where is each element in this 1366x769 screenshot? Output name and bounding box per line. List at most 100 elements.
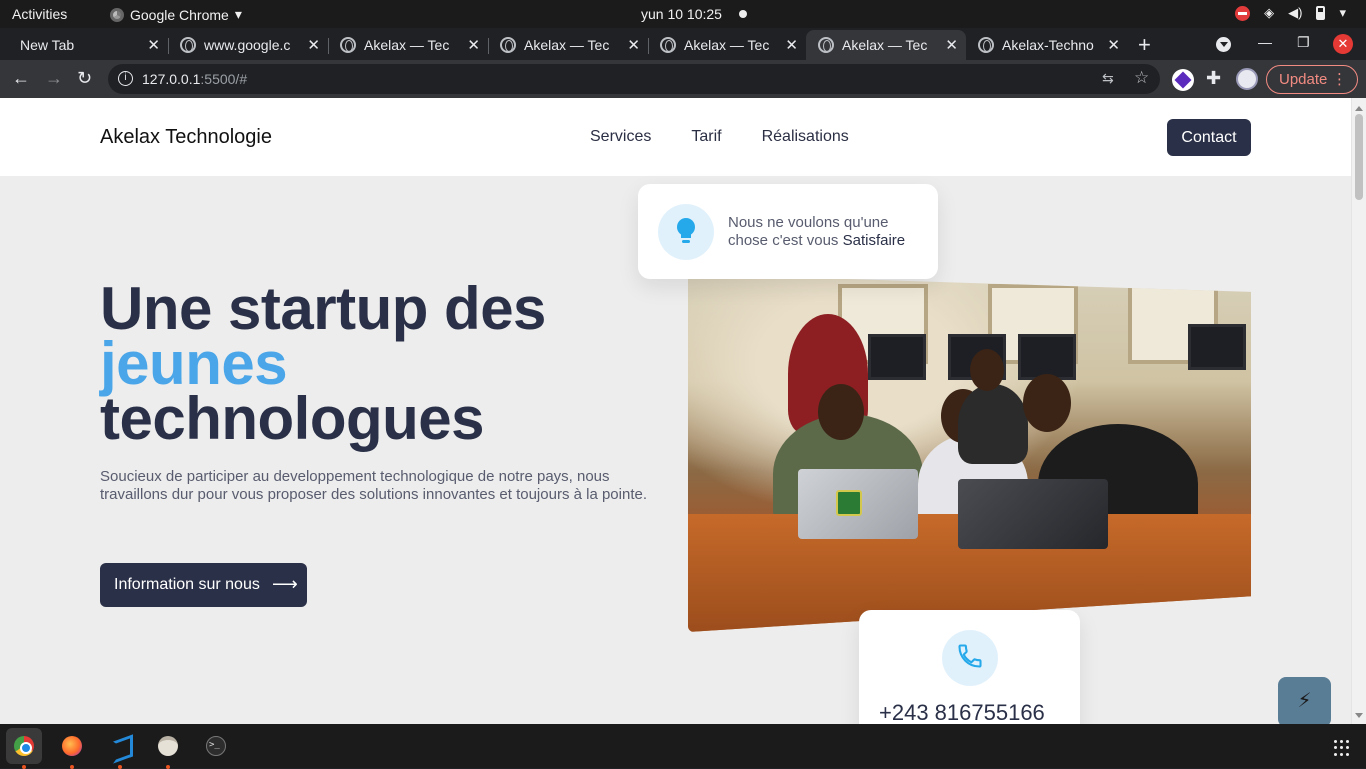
about-us-button[interactable]: Information sur nous ⟶ — [100, 563, 307, 607]
globe-icon — [180, 37, 196, 53]
globe-icon — [340, 37, 356, 53]
maximize-icon[interactable]: ❐ — [1297, 34, 1310, 51]
nav-services[interactable]: Services — [590, 128, 651, 146]
tab-akelax-3[interactable]: Akelax — Tec ✕ — [648, 30, 806, 60]
site-header: Akelax Technologie Services Tarif Réalis… — [0, 98, 1351, 176]
tab-akelax-1[interactable]: Akelax — Tec ✕ — [328, 30, 489, 60]
close-icon[interactable]: ✕ — [1107, 36, 1120, 54]
tab-title: www.google.c — [204, 37, 291, 53]
address-bar[interactable]: i 127.0.0.1:5500/# ⇆ ☆ — [108, 64, 1160, 94]
hero-title-line3: technologues — [100, 385, 485, 452]
satisfaction-text: Nous ne voulons qu'une chose c'est vous … — [728, 214, 928, 250]
arrow-right-icon: ⟶ — [272, 574, 298, 594]
close-icon[interactable]: ✕ — [147, 36, 160, 54]
translate-icon[interactable]: ⇆ — [1102, 70, 1114, 87]
url-text[interactable]: 127.0.0.1:5500/# — [142, 71, 247, 87]
extensions-puzzle-icon[interactable]: ✚ — [1206, 68, 1221, 89]
photo-monitor — [1188, 324, 1246, 370]
dock-chrome[interactable] — [6, 728, 42, 769]
scroll-down-arrow-icon[interactable] — [1355, 713, 1363, 722]
volume-icon[interactable]: ◀) — [1288, 5, 1302, 21]
running-indicator — [166, 765, 170, 769]
hero-description: Soucieux de participer au developpement … — [100, 468, 647, 503]
satisfaction-highlight: Satisfaire — [842, 232, 906, 249]
app-menu[interactable]: Google Chrome ▾ — [110, 6, 242, 23]
update-button[interactable]: Update ⋮ — [1266, 65, 1358, 94]
chrome-icon — [14, 736, 34, 756]
tab-title: Akelax — Tec — [684, 37, 770, 53]
profile-avatar[interactable] — [1236, 68, 1258, 90]
photo-laptop — [958, 479, 1108, 549]
close-icon[interactable]: ✕ — [467, 36, 480, 54]
close-icon[interactable]: ✕ — [785, 36, 798, 54]
scroll-up-arrow-icon[interactable] — [1355, 102, 1363, 111]
tab-title: Akelax-Techno — [1002, 37, 1094, 53]
wifi-icon[interactable]: ◈ — [1264, 5, 1274, 21]
photo-head — [1023, 374, 1071, 432]
back-arrow-icon[interactable]: ← — [12, 68, 30, 89]
tab-search-icon[interactable] — [1216, 37, 1231, 52]
hero-title: Une startup des jeunes technologues — [100, 279, 546, 449]
site-info-icon[interactable]: i — [118, 71, 133, 86]
extension-diamond-icon[interactable] — [1172, 69, 1194, 91]
tab-google[interactable]: www.google.c ✕ — [168, 30, 329, 60]
tab-akelax-technologie[interactable]: Akelax-Techno ✕ — [966, 30, 1128, 60]
tab-akelax-active[interactable]: Akelax — Tec ✕ — [806, 30, 966, 60]
do-not-disturb-icon[interactable] — [1235, 5, 1251, 21]
lightning-icon: ⚡ — [1297, 690, 1312, 712]
globe-icon — [660, 37, 676, 53]
tab-strip: New Tab ✕ www.google.c ✕ Akelax — Tec ✕ … — [0, 28, 1366, 60]
reload-icon[interactable]: ↻ — [77, 68, 92, 89]
phone-icon-circle — [942, 630, 998, 686]
taskbar-dock: >_ — [0, 724, 1366, 769]
tab-title: Akelax — Tec — [364, 37, 450, 53]
dock-terminal[interactable]: >_ — [198, 728, 234, 764]
tab-new-tab[interactable]: New Tab ✕ — [8, 30, 169, 60]
lightbulb-base — [682, 240, 690, 243]
photo-person — [958, 384, 1028, 464]
page-scrollbar[interactable] — [1351, 98, 1366, 724]
battery-icon[interactable] — [1316, 6, 1326, 20]
lightbulb-neck — [681, 231, 691, 238]
tab-akelax-2[interactable]: Akelax — Tec ✕ — [488, 30, 649, 60]
minimize-icon[interactable]: — — [1258, 34, 1272, 50]
system-tray[interactable]: ◈ ◀) ▾ — [1235, 5, 1346, 21]
lightbulb-icon-circle — [658, 204, 714, 260]
menu-kebab-icon: ⋮ — [1332, 71, 1347, 88]
page-viewport: Akelax Technologie Services Tarif Réalis… — [0, 98, 1366, 724]
clock[interactable]: yun 10 10:25 — [641, 6, 722, 22]
activities-button[interactable]: Activities — [12, 6, 67, 22]
dock-vscode[interactable] — [102, 728, 138, 769]
window-close-icon[interactable]: ✕ — [1333, 34, 1353, 54]
phone-card: +243 816755166 — [859, 610, 1080, 724]
terminal-icon: >_ — [206, 736, 226, 756]
chevron-down-icon: ▾ — [234, 6, 242, 22]
site-logo[interactable]: Akelax Technologie — [100, 126, 272, 149]
phone-icon — [958, 644, 982, 668]
close-icon[interactable]: ✕ — [945, 36, 958, 54]
new-tab-button[interactable]: + — [1138, 32, 1151, 58]
bookmark-star-icon[interactable]: ☆ — [1134, 68, 1149, 88]
url-host: 127.0.0.1 — [142, 71, 201, 87]
close-icon[interactable]: ✕ — [307, 36, 320, 54]
close-icon[interactable]: ✕ — [627, 36, 640, 54]
vscode-icon — [110, 736, 130, 756]
contact-button[interactable]: Contact — [1167, 119, 1251, 156]
nav-tarif[interactable]: Tarif — [691, 128, 721, 146]
nav-realisations[interactable]: Réalisations — [762, 128, 849, 146]
photo-monitor — [868, 334, 926, 380]
chevron-down-icon[interactable]: ▾ — [1339, 5, 1346, 21]
scrollbar-thumb[interactable] — [1355, 114, 1363, 200]
forward-arrow-icon[interactable]: → — [45, 68, 63, 89]
photo-head — [970, 349, 1004, 391]
dock-files[interactable] — [150, 728, 186, 769]
app-menu-label: Google Chrome — [130, 6, 229, 23]
tab-title: New Tab — [20, 37, 75, 53]
tab-title: Akelax — Tec — [842, 37, 928, 53]
about-us-label: Information sur nous — [114, 576, 260, 593]
dock-firefox[interactable] — [54, 728, 90, 769]
phone-number[interactable]: +243 816755166 — [879, 700, 1045, 724]
show-applications-icon[interactable] — [1334, 740, 1350, 756]
floating-action-button[interactable]: ⚡ — [1278, 677, 1331, 724]
update-label: Update — [1279, 71, 1328, 88]
